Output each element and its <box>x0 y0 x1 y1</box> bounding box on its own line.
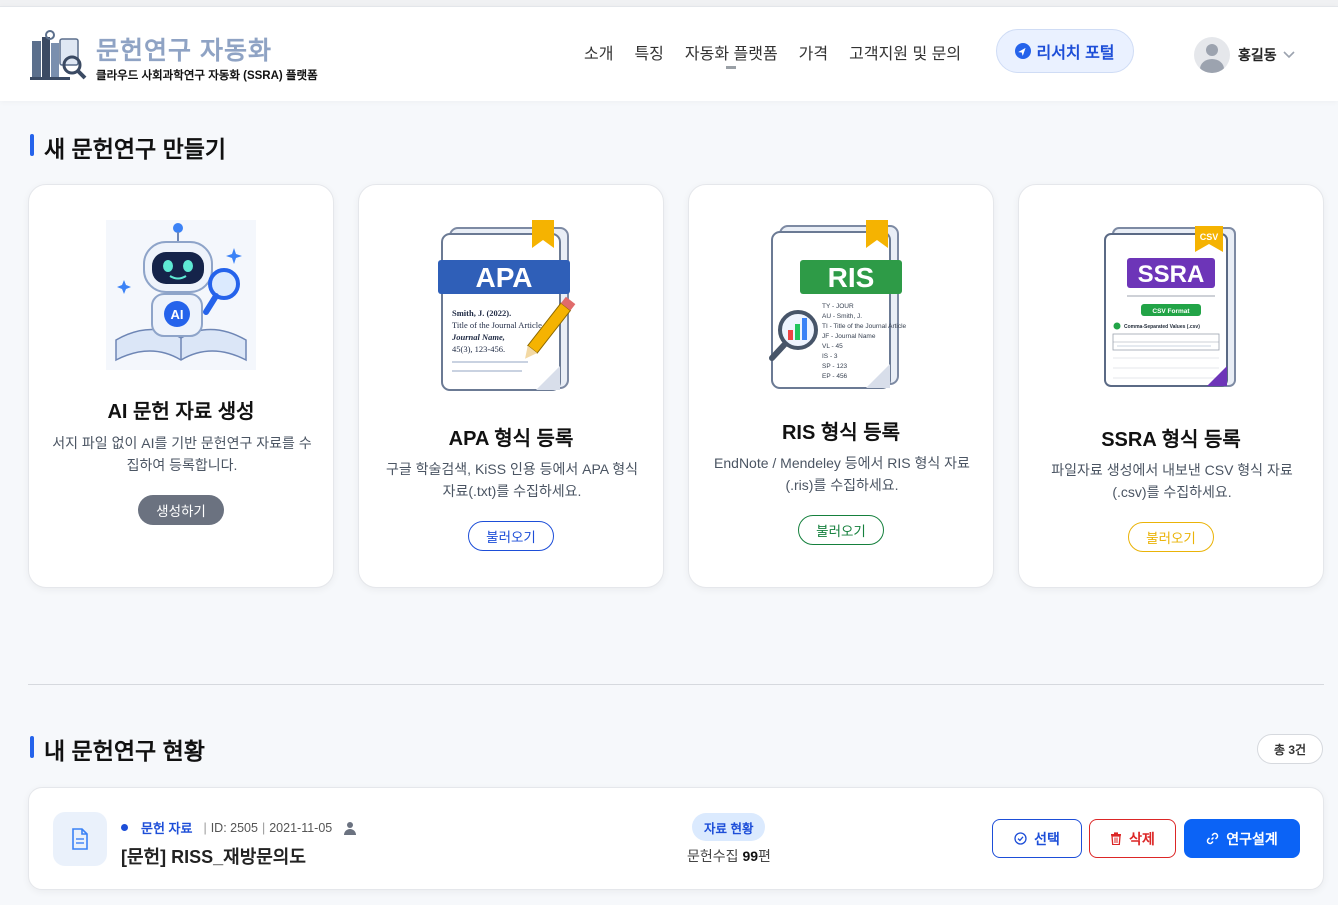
count-value: 99 <box>742 848 759 864</box>
card-description: 서지 파일 없이 AI를 기반 문헌연구 자료를 수집하여 등록합니다. <box>52 435 312 473</box>
item-meta: 문헌 자료 | ID: 2505 | 2021-11-05 <box>121 818 357 837</box>
ris-image-line-1: TY - JOUR <box>822 303 854 310</box>
apa-image-line-4: 45(3), 123-456. <box>452 344 505 354</box>
check-circle-icon <box>1014 832 1027 845</box>
nav-features[interactable]: 특징 <box>634 40 663 64</box>
new-research-heading: 새 문헌연구 만들기 <box>30 130 226 164</box>
ssra-image-label: SSRA <box>1138 261 1205 288</box>
nav-support[interactable]: 고객지원 및 문의 <box>849 40 961 64</box>
my-research-heading: 내 문헌연구 현황 <box>30 732 205 766</box>
document-icon <box>53 812 107 866</box>
chevron-down-icon <box>1283 51 1295 59</box>
card-description: 구글 학술검색, KiSS 인용 등에서 APA 형식 자료(.txt)를 수집… <box>386 461 638 499</box>
site-header: 문헌연구 자동화 클라우드 사회과학연구 자동화 (SSRA) 플랫폼 소개 특… <box>0 6 1338 101</box>
apa-document-icon: APA Smith, J. (2022). Title of the Journ… <box>438 220 576 391</box>
status-badge: 자료 현황 <box>692 813 766 841</box>
meta-separator: | <box>203 820 207 835</box>
collection-count: 문헌수집 99편 <box>629 846 829 866</box>
main-nav: 소개 특징 자동화 플랫폼 가격 고객지원 및 문의 <box>584 40 982 69</box>
item-title[interactable]: [문헌] RISS_재방문의도 <box>121 843 306 869</box>
research-portal-label: 리서치 포털 <box>1036 45 1115 62</box>
delete-button[interactable]: 삭제 <box>1089 819 1176 858</box>
ssra-csv-document-icon: CSV SSRA CSV Format Comma-Separated Valu… <box>1104 226 1236 387</box>
research-design-label: 연구설계 <box>1226 830 1278 847</box>
apa-import-button[interactable]: 불러오기 <box>468 521 554 551</box>
user-menu[interactable]: 홍길동 <box>1194 37 1295 73</box>
ris-image-line-4: JF - Journal Name <box>822 333 876 340</box>
avatar <box>1194 37 1230 73</box>
ris-image-line-8: EP - 456 <box>822 373 848 380</box>
total-count-badge: 총 3건 <box>1257 734 1323 764</box>
card-description: EndNote / Mendeley 등에서 RIS 형식 자료(.ris)를 … <box>714 455 970 493</box>
nav-platform-label: 자동화 플랫폼 <box>684 46 778 63</box>
count-unit: 편 <box>758 848 771 864</box>
apa-import-card: APA Smith, J. (2022). Title of the Journ… <box>358 184 664 588</box>
ssra-import-card: CSV SSRA CSV Format Comma-Separated Valu… <box>1018 184 1324 588</box>
ris-document-icon: RIS TY - JOUR AU - Smith, J. TI - Title … <box>769 220 907 389</box>
person-icon <box>344 821 357 835</box>
ris-image-line-2: AU - Smith, J. <box>822 313 862 320</box>
item-id: ID: 2505 <box>210 820 258 835</box>
robot-reading-icon: AI <box>106 220 256 370</box>
trash-icon <box>1111 832 1122 845</box>
generate-button[interactable]: 생성하기 <box>138 495 224 525</box>
research-portal-button[interactable]: 리서치 포털 <box>996 29 1134 73</box>
ris-image-line-6: IS - 3 <box>822 353 838 360</box>
ris-image-line-5: VL - 45 <box>822 343 843 350</box>
select-label: 선택 <box>1034 830 1060 847</box>
ai-generate-card: AI AI 문헌 자료 생성 서지 파일 없이 AI를 기반 문헌연구 자료를 … <box>28 184 334 588</box>
nav-pricing[interactable]: 가격 <box>799 40 828 64</box>
ris-image-label: RIS <box>828 262 875 293</box>
ris-import-card: RIS TY - JOUR AU - Smith, J. TI - Title … <box>688 184 994 588</box>
item-date: 2021-11-05 <box>269 820 333 835</box>
ris-image-line-3: TI - Title of the Journal Article <box>822 323 907 330</box>
card-description: 파일자료 생성에서 내보낸 CSV 형식 자료(.csv)를 수집하세요. <box>1051 462 1293 500</box>
user-name: 홍길동 <box>1238 47 1277 63</box>
item-type: 문헌 자료 <box>141 821 193 836</box>
research-design-button[interactable]: 연구설계 <box>1184 819 1300 858</box>
research-list-item[interactable]: 문헌 자료 | ID: 2505 | 2021-11-05 [문헌] RISS_… <box>28 787 1324 890</box>
logo-books-icon[interactable] <box>30 29 88 81</box>
card-title: APA 형식 등록 <box>448 428 574 450</box>
active-nav-indicator <box>726 66 737 69</box>
type-dot <box>121 824 128 831</box>
ssra-import-button[interactable]: 불러오기 <box>1128 522 1214 552</box>
compass-icon <box>1015 43 1032 59</box>
nav-platform[interactable]: 자동화 플랫폼 <box>684 40 778 69</box>
logo-title[interactable]: 문헌연구 자동화 <box>96 31 272 67</box>
select-button[interactable]: 선택 <box>992 819 1082 858</box>
card-title: AI 문헌 자료 생성 <box>107 401 255 423</box>
apa-image-line-2: Title of the Journal Article. <box>452 320 544 330</box>
count-label: 문헌수집 <box>687 848 739 864</box>
card-title: SSRA 형식 등록 <box>1101 429 1241 451</box>
logo-subtitle: 클라우드 사회과학연구 자동화 (SSRA) 플랫폼 <box>96 70 318 82</box>
section-divider <box>28 684 1324 685</box>
ris-image-line-7: SP - 123 <box>822 363 848 370</box>
ssra-image-button: CSV Format <box>1152 308 1190 315</box>
meta-separator: | <box>261 820 266 835</box>
ssra-image-check: Comma-Separated Values (.csv) <box>1124 324 1200 330</box>
link-icon <box>1207 832 1219 845</box>
apa-image-line-1: Smith, J. (2022). <box>452 308 511 318</box>
apa-image-label: APA <box>475 262 532 293</box>
ris-import-button[interactable]: 불러오기 <box>798 515 884 545</box>
ssra-image-tag: CSV <box>1200 232 1219 242</box>
delete-label: 삭제 <box>1129 830 1155 847</box>
svg-text:AI: AI <box>171 307 184 322</box>
card-title: RIS 형식 등록 <box>781 422 901 444</box>
apa-image-line-3: Journal Name, <box>451 332 505 342</box>
nav-intro[interactable]: 소개 <box>584 40 613 64</box>
